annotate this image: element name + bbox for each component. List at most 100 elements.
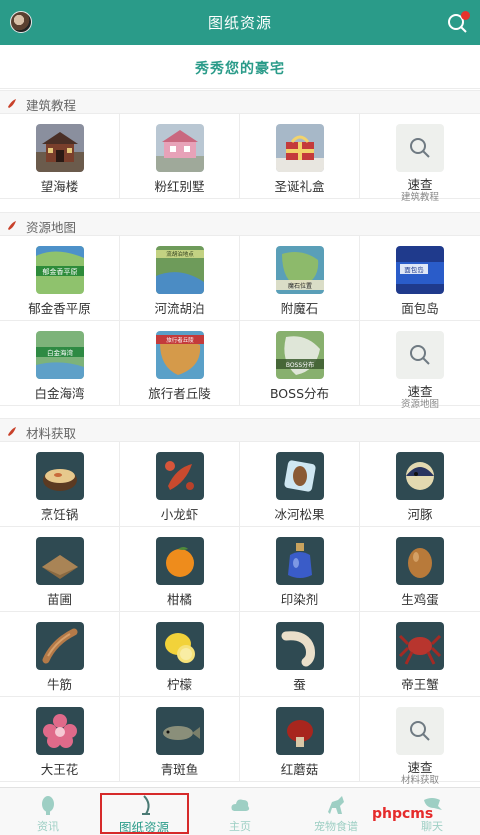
chili-icon	[8, 99, 16, 108]
tile-material-7[interactable]: 生鸡蛋	[360, 527, 480, 612]
tile-architecture-2[interactable]: 圣诞礼盒	[240, 114, 360, 199]
chili-icon	[8, 427, 16, 436]
pot-icon	[36, 452, 84, 500]
architecture-grid: 望海楼 粉红别墅 圣诞礼盒 速查 建筑教程	[0, 114, 480, 203]
maps-grid: 郁金香平原 郁金香平原 流胡泊地点 河流胡泊 魔石位置 附魔石 面包岛 面包岛 …	[0, 236, 480, 410]
tile-label: 柠檬	[166, 677, 192, 692]
christmas-thumb	[276, 124, 324, 172]
grid-row: 白金海湾 白金海湾 旅行者丘陵 旅行者丘陵 BOSS分布 BOSS分布 速查 资…	[0, 321, 480, 410]
map-thumb: 白金海湾	[36, 331, 84, 379]
banner-title: 秀秀您的豪宅	[195, 61, 285, 77]
map-thumb: 魔石位置	[276, 246, 324, 294]
notification-dot	[461, 11, 470, 20]
svg-text:BOSS分布: BOSS分布	[286, 361, 314, 369]
grid-row: 大王花 青斑鱼 红蘑菇 速查 材料获取	[0, 697, 480, 786]
tile-label: 河豚	[407, 507, 433, 522]
tile-label: 帝王蟹	[401, 677, 439, 692]
building-thumb	[36, 124, 84, 172]
tile-label: 圣诞礼盒	[274, 179, 325, 194]
banner: 秀秀您的豪宅	[0, 45, 480, 89]
tile-architecture-0[interactable]: 望海楼	[0, 114, 120, 199]
tile-architecture-1[interactable]: 粉红别墅	[120, 114, 240, 199]
tile-map-1[interactable]: 流胡泊地点 河流胡泊	[120, 236, 240, 321]
tile-sublabel: 材料获取	[400, 775, 439, 786]
nav-label: 主页	[229, 820, 251, 833]
map-thumb: 郁金香平原	[36, 246, 84, 294]
svg-text:面包岛: 面包岛	[404, 265, 424, 274]
tile-label: 蚕	[293, 677, 306, 692]
tile-material-5[interactable]: 柑橘	[120, 527, 240, 612]
tile-architecture-quicksearch[interactable]: 速查 建筑教程	[360, 114, 480, 203]
mushroom-icon	[276, 707, 324, 755]
tile-material-9[interactable]: 柠檬	[120, 612, 240, 697]
tile-label: 红蘑菇	[280, 762, 319, 777]
tile-material-6[interactable]: 印染剂	[240, 527, 360, 612]
orange-icon	[156, 537, 204, 585]
tile-label: 白金海湾	[34, 386, 85, 401]
tile-material-11[interactable]: 帝王蟹	[360, 612, 480, 697]
tile-label: 冰河松果	[274, 507, 325, 522]
grid-row: 牛筋 柠檬 蚕 帝王蟹	[0, 612, 480, 697]
grid-row: 烹饪锅 小龙虾 冰河松果 河豚	[0, 442, 480, 527]
egg-icon	[396, 537, 444, 585]
grid-row: 苗圃 柑橘 印染剂 生鸡蛋	[0, 527, 480, 612]
tile-material-3[interactable]: 河豚	[360, 442, 480, 527]
nav-item-pet-recipes[interactable]: 宠物食谱	[288, 788, 384, 835]
quick-search-icon	[396, 331, 444, 379]
tile-material-quicksearch[interactable]: 速查 材料获取	[360, 697, 480, 786]
tile-map-3[interactable]: 面包岛 面包岛	[360, 236, 480, 321]
tendon-icon	[36, 622, 84, 670]
crayfish-icon	[156, 452, 204, 500]
tile-label: 苗圃	[46, 592, 72, 607]
grid-row: 郁金香平原 郁金香平原 流胡泊地点 河流胡泊 魔石位置 附魔石 面包岛 面包岛	[0, 236, 480, 321]
nursery-icon	[36, 537, 84, 585]
map-thumb: BOSS分布	[276, 331, 324, 379]
tile-label: 青斑鱼	[160, 762, 199, 777]
tile-map-6[interactable]: BOSS分布 BOSS分布	[240, 321, 360, 406]
tile-material-8[interactable]: 牛筋	[0, 612, 120, 697]
tile-label: 生鸡蛋	[401, 592, 439, 607]
materials-grid: 烹饪锅 小龙虾 冰河松果 河豚 苗圃 柑橘 印染剂 生鸡蛋 牛筋 柠檬 蚕 帝王…	[0, 442, 480, 786]
crab-icon	[396, 622, 444, 670]
section-label: 建筑教程	[26, 98, 77, 113]
tile-map-0[interactable]: 郁金香平原 郁金香平原	[0, 236, 120, 321]
tile-label: 面包岛	[401, 301, 439, 316]
nav-item-news[interactable]: 资讯	[0, 788, 96, 835]
tile-map-2[interactable]: 魔石位置 附魔石	[240, 236, 360, 321]
svg-text:魔石位置: 魔石位置	[288, 282, 312, 290]
tile-material-13[interactable]: 青斑鱼	[120, 697, 240, 782]
tile-label: 河流胡泊	[154, 301, 205, 316]
flower-icon	[36, 707, 84, 755]
section-header-maps: 资源地图	[0, 212, 480, 236]
map-thumb: 流胡泊地点	[156, 246, 204, 294]
tile-label: 牛筋	[46, 677, 72, 692]
tile-sublabel: 建筑教程	[400, 192, 439, 203]
grid-row: 望海楼 粉红别墅 圣诞礼盒 速查 建筑教程	[0, 114, 480, 203]
tile-label: 粉红别墅	[154, 179, 205, 194]
tile-material-12[interactable]: 大王花	[0, 697, 120, 782]
tile-material-2[interactable]: 冰河松果	[240, 442, 360, 527]
svg-text:郁金香平原: 郁金香平原	[43, 267, 78, 276]
tile-map-quicksearch[interactable]: 速查 资源地图	[360, 321, 480, 410]
tile-material-0[interactable]: 烹饪锅	[0, 442, 120, 527]
silkworm-icon	[276, 622, 324, 670]
tile-label: 旅行者丘陵	[148, 386, 211, 401]
svg-text:流胡泊地点: 流胡泊地点	[166, 250, 194, 258]
nav-label: 资讯	[37, 820, 59, 833]
tile-material-10[interactable]: 蚕	[240, 612, 360, 697]
home-cloud-icon	[228, 794, 252, 816]
tile-map-4[interactable]: 白金海湾 白金海湾	[0, 321, 120, 406]
tile-label: 印染剂	[280, 592, 319, 607]
page-title: 图纸资源	[207, 14, 272, 32]
map-thumb: 旅行者丘陵	[156, 331, 204, 379]
svg-text:旅行者丘陵: 旅行者丘陵	[166, 336, 194, 344]
tile-map-5[interactable]: 旅行者丘陵 旅行者丘陵	[120, 321, 240, 406]
tile-material-4[interactable]: 苗圃	[0, 527, 120, 612]
nav-label: 宠物食谱	[314, 820, 358, 833]
section-header-materials: 材料获取	[0, 418, 480, 442]
tile-material-14[interactable]: 红蘑菇	[240, 697, 360, 782]
section-label: 材料获取	[26, 426, 77, 441]
nav-item-home[interactable]: 主页	[192, 788, 288, 835]
lemon-icon	[156, 622, 204, 670]
tile-material-1[interactable]: 小龙虾	[120, 442, 240, 527]
